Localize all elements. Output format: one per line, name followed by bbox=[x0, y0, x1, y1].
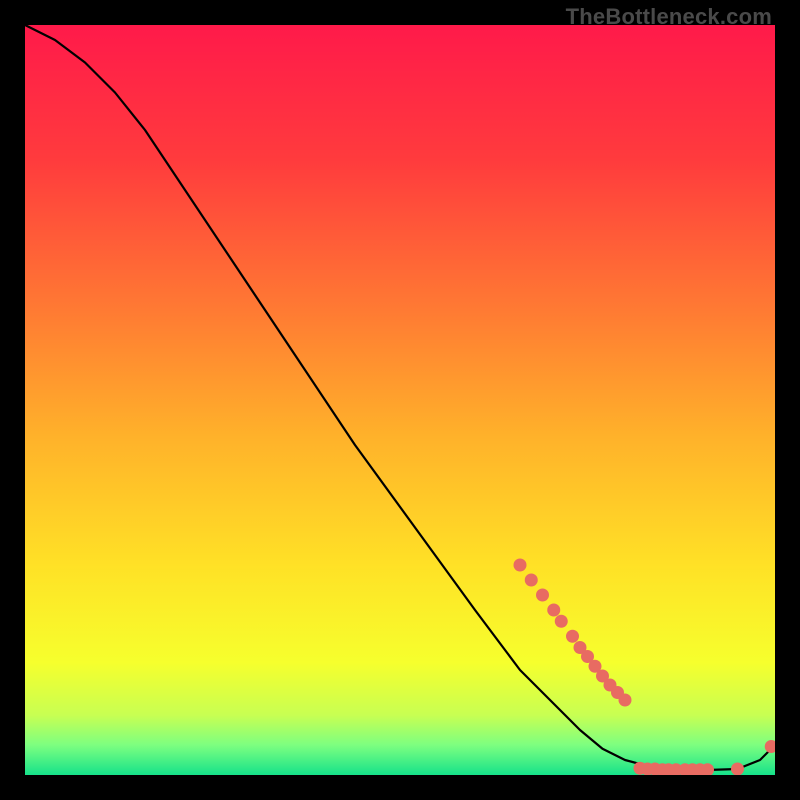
data-marker bbox=[731, 763, 744, 776]
data-marker bbox=[525, 574, 538, 587]
chart-stage: TheBottleneck.com bbox=[0, 0, 800, 800]
data-marker bbox=[619, 694, 632, 707]
data-marker bbox=[514, 559, 527, 572]
data-marker bbox=[566, 630, 579, 643]
data-marker bbox=[555, 615, 568, 628]
data-marker bbox=[547, 604, 560, 617]
data-marker bbox=[536, 589, 549, 602]
plot-background bbox=[25, 25, 775, 775]
watermark-text: TheBottleneck.com bbox=[566, 4, 772, 30]
chart-svg bbox=[25, 25, 775, 775]
